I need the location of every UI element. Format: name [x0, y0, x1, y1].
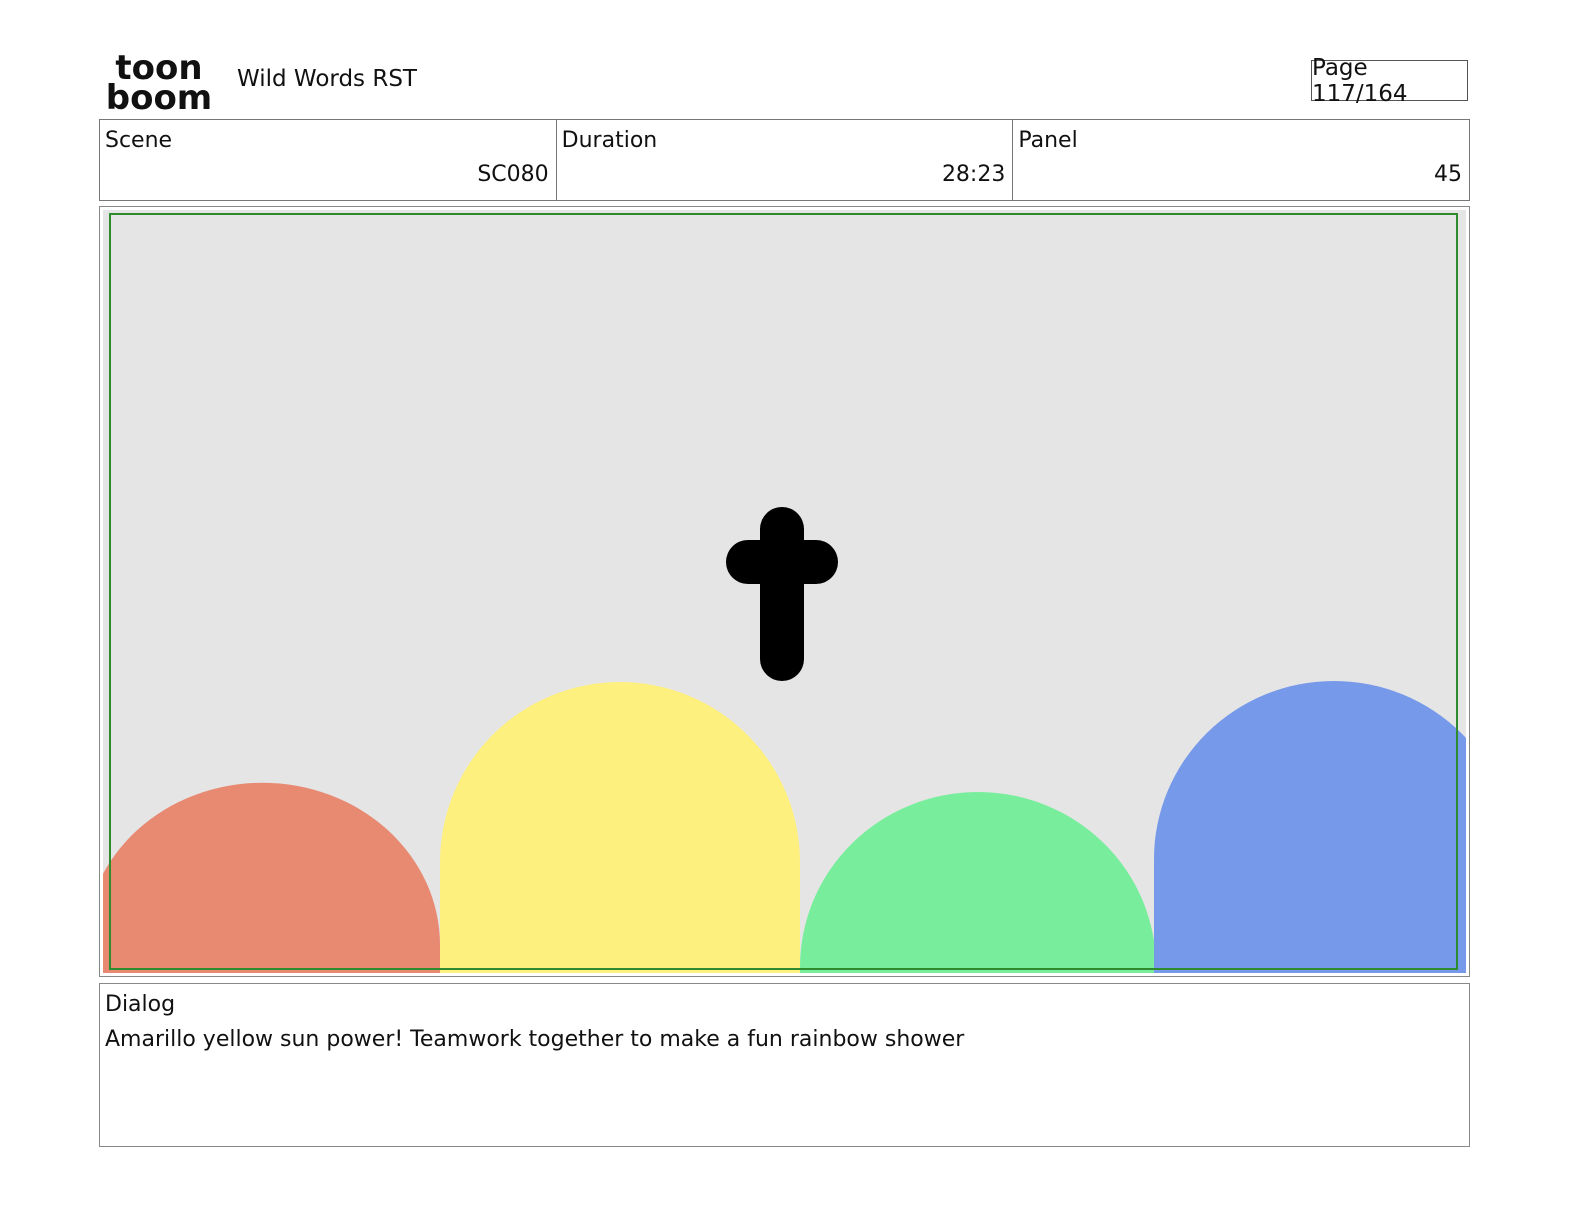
duration-label: Duration [561, 128, 658, 153]
scene-value: SC080 [477, 162, 549, 187]
toonboom-logo: toon boom [106, 50, 212, 112]
project-title: Wild Words RST [237, 66, 417, 92]
info-table: Scene SC080 Duration 28:23 Panel 45 [99, 119, 1470, 201]
panel-drawing [103, 210, 1466, 973]
scene-cell: Scene SC080 [100, 120, 557, 200]
storyboard-panel [99, 206, 1470, 977]
dialog-box: Dialog Amarillo yellow sun power! Teamwo… [99, 983, 1470, 1147]
duration-cell: Duration 28:23 [557, 120, 1014, 200]
scene-label: Scene [105, 128, 173, 153]
duration-value: 28:23 [941, 162, 1006, 187]
page-indicator: Page 117/164 [1311, 55, 1468, 107]
panel-value: 45 [1434, 162, 1463, 187]
dialog-text: Amarillo yellow sun power! Teamwork toge… [105, 1027, 965, 1052]
logo-text-bottom: boom [106, 78, 212, 112]
dialog-label: Dialog [105, 992, 176, 1017]
panel-cell: Panel 45 [1013, 120, 1469, 200]
panel-label: Panel [1018, 128, 1078, 153]
